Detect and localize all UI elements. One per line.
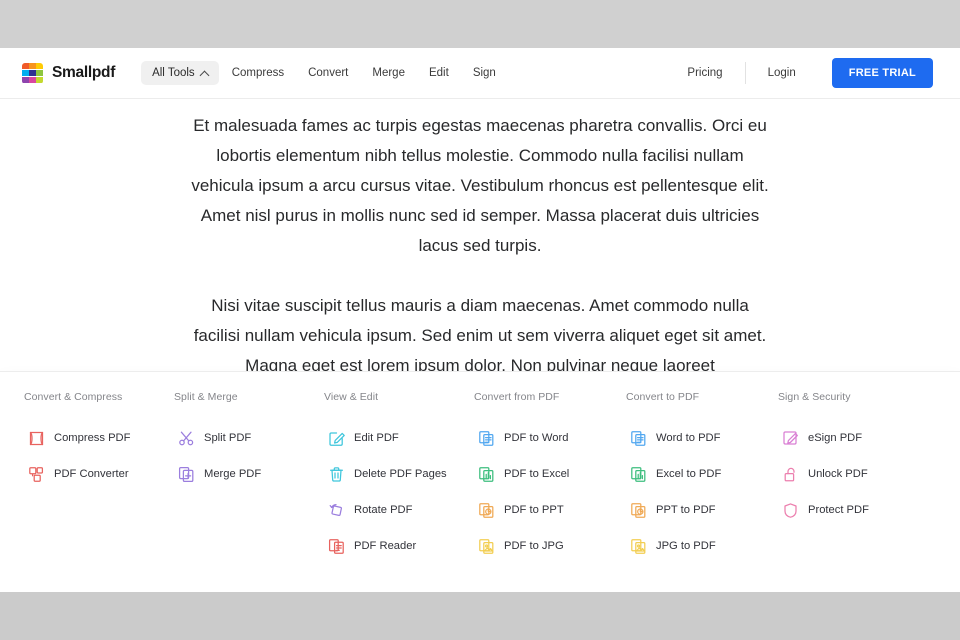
tool-link-jpg-to-pdf[interactable]: JPG to PDF bbox=[626, 528, 778, 564]
unlock-icon bbox=[782, 466, 799, 483]
tool-link-label: Protect PDF bbox=[808, 504, 869, 516]
pdf-converter-icon bbox=[28, 466, 45, 483]
body-paragraph-2: Nisi vitae suscipit tellus mauris a diam… bbox=[193, 296, 767, 375]
page-viewport: Smallpdf All Tools Compress Convert Merg… bbox=[0, 48, 960, 592]
tool-link-label: eSign PDF bbox=[808, 432, 863, 444]
tool-link-label: PDF to Word bbox=[504, 432, 569, 444]
nav-merge[interactable]: Merge bbox=[361, 61, 416, 85]
tool-link-label: Word to PDF bbox=[656, 432, 721, 444]
reader-icon bbox=[328, 538, 345, 555]
mega-menu-columns: Convert & Compress Compress PDF PDF Conver… bbox=[0, 391, 960, 564]
mega-menu-column-title: Split & Merge bbox=[174, 391, 238, 403]
tool-link-pdf-converter[interactable]: PDF Converter bbox=[24, 456, 174, 492]
mega-menu-column-title: Convert from PDF bbox=[474, 391, 560, 403]
trash-icon bbox=[328, 466, 345, 483]
nav-edit[interactable]: Edit bbox=[418, 61, 460, 85]
tool-link-pdf-to-word[interactable]: PDF to Word bbox=[474, 420, 626, 456]
tool-link-label: Delete PDF Pages bbox=[354, 468, 447, 480]
tool-link-ppt-to-pdf[interactable]: PPT to PDF bbox=[626, 492, 778, 528]
tool-link-pdf-to-ppt[interactable]: PDF to PPT bbox=[474, 492, 626, 528]
tool-link-esign-pdf[interactable]: eSign PDF bbox=[778, 420, 930, 456]
ppt-doc-icon bbox=[478, 502, 495, 519]
tool-link-label: Rotate PDF bbox=[354, 504, 413, 516]
tool-link-label: PDF to JPG bbox=[504, 540, 564, 552]
jpg-doc-icon bbox=[630, 538, 647, 555]
tool-link-split-pdf[interactable]: Split PDF bbox=[174, 420, 324, 456]
smallpdf-logo-icon bbox=[22, 62, 43, 84]
tool-link-merge-pdf[interactable]: Merge PDF bbox=[174, 456, 324, 492]
free-trial-button[interactable]: FREE TRIAL bbox=[831, 58, 933, 88]
chevron-up-icon bbox=[199, 70, 210, 80]
rotate-icon bbox=[328, 502, 345, 519]
all-tools-mega-menu: Convert & Compress Compress PDF PDF Conver… bbox=[0, 371, 960, 592]
brand-name: Smallpdf bbox=[52, 64, 116, 81]
mega-menu-column-title: Convert to PDF bbox=[626, 391, 700, 403]
nav-compress[interactable]: Compress bbox=[221, 61, 295, 85]
body-paragraph-1: Et malesuada fames ac turpis egestas mae… bbox=[191, 116, 769, 255]
tool-link-label: Split PDF bbox=[204, 432, 252, 444]
tool-link-label: PDF to Excel bbox=[504, 468, 570, 480]
nav-sign[interactable]: Sign bbox=[462, 61, 507, 85]
nav-all-tools[interactable]: All Tools bbox=[141, 61, 219, 85]
tool-link-rotate-pdf[interactable]: Rotate PDF bbox=[324, 492, 474, 528]
merge-icon bbox=[178, 466, 195, 483]
nav-convert[interactable]: Convert bbox=[297, 61, 359, 85]
excel-doc-icon bbox=[478, 466, 495, 483]
browser-chrome-top bbox=[0, 0, 960, 48]
tool-link-label: PDF Reader bbox=[354, 540, 417, 552]
header-actions: Pricing Login FREE TRIAL bbox=[665, 58, 933, 88]
tool-link-label: PDF Converter bbox=[54, 468, 129, 480]
word-doc-icon bbox=[630, 430, 647, 447]
jpg-doc-icon bbox=[478, 538, 495, 555]
word-doc-icon bbox=[478, 430, 495, 447]
tool-link-pdf-reader[interactable]: PDF Reader bbox=[324, 528, 474, 564]
edit-pencil-icon bbox=[328, 430, 345, 447]
tool-link-label: Merge PDF bbox=[204, 468, 262, 480]
tool-link-delete-pdf-pages[interactable]: Delete PDF Pages bbox=[324, 456, 474, 492]
tool-link-edit-pdf[interactable]: Edit PDF bbox=[324, 420, 474, 456]
main-nav: All Tools Compress Convert Merge Edit Si… bbox=[141, 61, 507, 85]
mega-menu-column: Sign & Security eSign PDF Unlock PDF Protec… bbox=[778, 391, 930, 564]
mega-menu-column-title: View & Edit bbox=[324, 391, 379, 403]
scissors-icon bbox=[178, 430, 195, 447]
tool-link-unlock-pdf[interactable]: Unlock PDF bbox=[778, 456, 930, 492]
tool-link-label: PDF to PPT bbox=[504, 504, 564, 516]
compress-icon bbox=[28, 430, 45, 447]
mega-menu-column: Convert from PDF PDF to Word PDF to Excel P… bbox=[474, 391, 626, 564]
tool-link-pdf-to-excel[interactable]: PDF to Excel bbox=[474, 456, 626, 492]
tool-link-label: Compress PDF bbox=[54, 432, 131, 444]
mega-menu-column: View & Edit Edit PDF Delete PDF Pages Rotat… bbox=[324, 391, 474, 564]
mega-menu-column-title: Sign & Security bbox=[778, 391, 851, 403]
page-content: Et malesuada fames ac turpis egestas mae… bbox=[0, 99, 960, 381]
tool-link-label: Excel to PDF bbox=[656, 468, 722, 480]
esign-icon bbox=[782, 430, 799, 447]
nav-all-tools-label: All Tools bbox=[152, 67, 195, 79]
pricing-link[interactable]: Pricing bbox=[665, 61, 744, 85]
tool-link-compress-pdf[interactable]: Compress PDF bbox=[24, 420, 174, 456]
ppt-doc-icon bbox=[630, 502, 647, 519]
tool-link-pdf-to-jpg[interactable]: PDF to JPG bbox=[474, 528, 626, 564]
browser-window: Smallpdf All Tools Compress Convert Merg… bbox=[0, 0, 960, 640]
mega-menu-column: Split & Merge Split PDF Merge PDF bbox=[174, 391, 324, 564]
tool-link-label: Unlock PDF bbox=[808, 468, 868, 480]
mega-menu-column-title: Convert & Compress bbox=[24, 391, 123, 403]
tool-link-label: Edit PDF bbox=[354, 432, 399, 444]
shield-icon bbox=[782, 502, 799, 519]
brand-logo[interactable]: Smallpdf bbox=[22, 62, 116, 84]
tool-link-excel-to-pdf[interactable]: Excel to PDF bbox=[626, 456, 778, 492]
mega-menu-column: Convert to PDF Word to PDF Excel to PDF PPT… bbox=[626, 391, 778, 564]
mega-menu-column: Convert & Compress Compress PDF PDF Conver… bbox=[24, 391, 174, 564]
login-link[interactable]: Login bbox=[746, 61, 818, 85]
site-header: Smallpdf All Tools Compress Convert Merg… bbox=[0, 48, 960, 99]
tool-link-label: PPT to PDF bbox=[656, 504, 716, 516]
tool-link-protect-pdf[interactable]: Protect PDF bbox=[778, 492, 930, 528]
excel-doc-icon bbox=[630, 466, 647, 483]
tool-link-word-to-pdf[interactable]: Word to PDF bbox=[626, 420, 778, 456]
tool-link-label: JPG to PDF bbox=[656, 540, 716, 552]
browser-chrome-bottom bbox=[0, 592, 960, 640]
